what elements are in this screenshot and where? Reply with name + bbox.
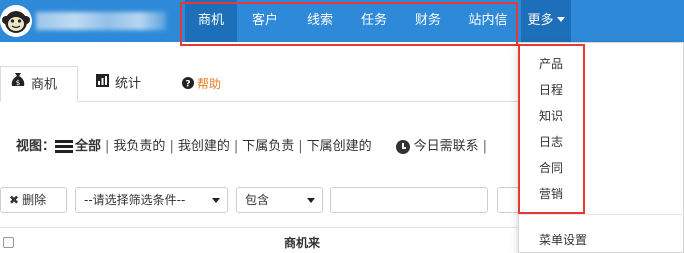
list-icon: [55, 138, 74, 155]
nav-item-messages[interactable]: 站内信: [455, 0, 521, 42]
menu-divider: [519, 214, 684, 215]
brand-name-blurred: [36, 12, 166, 30]
money-bag-icon: $: [11, 67, 25, 103]
select-all-checkbox[interactable]: [3, 237, 14, 248]
view-mine-link[interactable]: 我负责的: [113, 139, 165, 154]
view-created-by-me-link[interactable]: 我创建的: [178, 139, 230, 154]
main-nav: 商机 客户 线索 任务 财务 站内信 更多: [185, 0, 571, 42]
nav-item-customers[interactable]: 客户: [237, 0, 293, 42]
column-header-source[interactable]: 商机来: [284, 234, 320, 251]
view-all-link[interactable]: 全部: [75, 139, 101, 154]
menu-item-knowledge[interactable]: 知识: [539, 107, 563, 124]
tab-help[interactable]: ? 帮助: [182, 66, 242, 102]
svg-text:$: $: [16, 79, 20, 87]
filter-operator-value: 包含: [245, 193, 270, 207]
question-circle-icon: ?: [182, 67, 194, 103]
top-nav-bar: 商机 客户 线索 任务 财务 站内信 更多: [0, 0, 684, 42]
nav-item-leads[interactable]: 线索: [293, 0, 347, 42]
close-icon: ✖: [9, 193, 20, 207]
nav-item-tasks[interactable]: 任务: [347, 0, 401, 42]
menu-item-marketing[interactable]: 营销: [539, 185, 563, 202]
filter-field-select[interactable]: --请选择筛选条件--: [75, 187, 228, 213]
chevron-down-icon: [212, 198, 220, 203]
nav-item-more[interactable]: 更多: [521, 0, 571, 42]
filter-value-input[interactable]: [330, 187, 488, 213]
caret-down-icon: [556, 17, 565, 22]
view-subordinate-owned-link[interactable]: 下属负责: [242, 139, 294, 154]
nav-item-opportunities[interactable]: 商机: [185, 0, 237, 42]
more-dropdown-menu: 产品 日程 知识 日志 合同 营销 菜单设置: [518, 42, 684, 253]
filter-field-value: --请选择筛选条件--: [84, 193, 186, 207]
bar-chart-icon: [96, 66, 109, 102]
menu-item-schedule[interactable]: 日程: [539, 81, 563, 98]
tab-opportunities[interactable]: $ 商机: [0, 66, 78, 102]
clock-icon: [395, 139, 410, 154]
chevron-down-icon: [307, 198, 315, 203]
monkey-logo-icon[interactable]: [0, 5, 32, 37]
tab-statistics[interactable]: 统计: [96, 66, 166, 102]
menu-item-logs[interactable]: 日志: [539, 133, 563, 150]
view-subordinate-created-link[interactable]: 下属创建的: [307, 139, 372, 154]
menu-item-products[interactable]: 产品: [539, 55, 563, 72]
tab-label-help: 帮助: [197, 77, 222, 91]
menu-item-contracts[interactable]: 合同: [539, 159, 563, 176]
tab-label-opportunities: 商机: [31, 77, 58, 93]
delete-label: 删除: [22, 193, 47, 207]
today-contact-link[interactable]: 今日需联系: [414, 139, 479, 154]
filter-operator-select[interactable]: 包含: [236, 187, 323, 213]
more-label: 更多: [527, 13, 554, 28]
nav-item-finance[interactable]: 财务: [401, 0, 455, 42]
delete-button[interactable]: ✖ 删除: [0, 187, 67, 213]
svg-text:?: ?: [185, 79, 190, 89]
menu-item-menu-settings[interactable]: 菜单设置: [539, 231, 587, 248]
view-filter-row: 视图： 全部 | 我负责的 | 我创建的 | 下属负责 | 下属创建的 今日需联系 |: [16, 138, 488, 155]
view-label: 视图：: [16, 139, 56, 154]
tab-label-statistics: 统计: [115, 76, 142, 92]
